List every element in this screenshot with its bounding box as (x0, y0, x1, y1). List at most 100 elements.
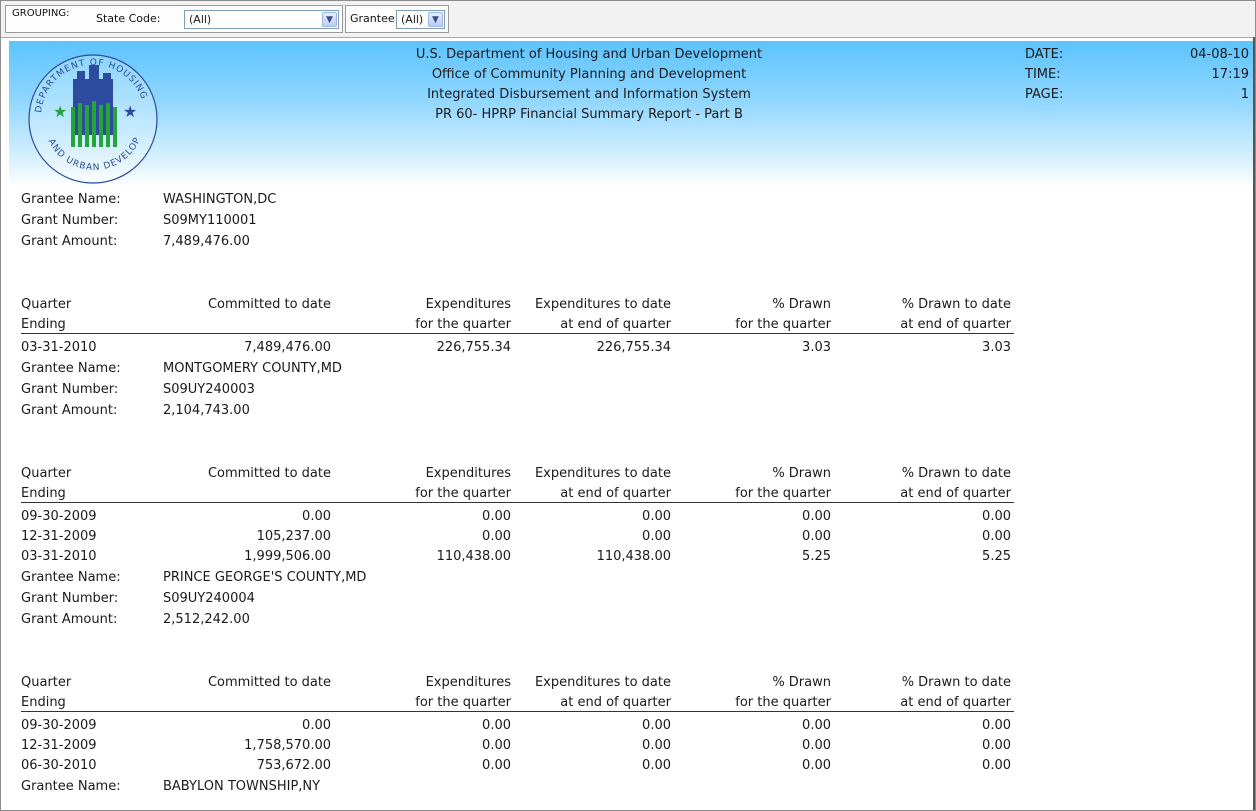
col-drawn-to-date: % Drawn to date (901, 675, 1011, 690)
date-label: DATE: (1025, 47, 1064, 62)
committed-to-date: 0.00 (302, 509, 331, 524)
chevron-down-icon[interactable]: ▼ (428, 12, 443, 27)
col-exp-quarter: Expenditures (425, 675, 511, 690)
col-quarter: Quarter (21, 675, 72, 690)
grantee-name-label: Grantee Name: (21, 361, 121, 376)
grantee-name: BABYLON TOWNSHIP,NY (163, 779, 321, 794)
committed-to-date: 1,758,570.00 (244, 738, 331, 753)
col-ending: Ending (21, 317, 66, 332)
col-quarter: Quarter (21, 466, 72, 481)
col-drawn-quarter-sub: for the quarter (735, 317, 831, 332)
grant-number-row: Grant Number: S09UY240003 (21, 379, 1221, 400)
col-exp-to-date-sub: at end of quarter (560, 317, 671, 332)
grant-number-label: Grant Number: (21, 591, 119, 606)
quarter-ending: 12-31-2009 (21, 738, 97, 753)
grant-amount: 2,104,743.00 (163, 403, 250, 418)
grantee-name: WASHINGTON,DC (163, 192, 277, 207)
drawn-quarter: 5.25 (802, 549, 831, 564)
committed-to-date: 105,237.00 (256, 529, 331, 544)
grantee-name: PRINCE GEORGE'S COUNTY,MD (163, 570, 367, 585)
drawn-to-date: 0.00 (982, 529, 1011, 544)
table-row: 09-30-2009 0.00 0.00 0.00 0.00 0.00 (21, 507, 1014, 527)
grantee-value: (All) (401, 13, 424, 26)
report-body: Grantee Name: WASHINGTON,DC Grant Number:… (21, 189, 1221, 797)
table-row: 03-31-2010 1,999,506.00 110,438.00 110,4… (21, 547, 1014, 567)
grantee-name-label: Grantee Name: (21, 192, 121, 207)
col-drawn-quarter: % Drawn (772, 297, 831, 312)
report-header: DEPARTMENT OF HOUSING AND URBAN DEVELOPM… (9, 41, 1253, 187)
grant-number-label: Grant Number: (21, 382, 119, 397)
col-drawn-to-date: % Drawn to date (901, 297, 1011, 312)
state-code-label: State Code: (96, 12, 161, 25)
drawn-quarter: 3.03 (802, 340, 831, 355)
col-exp-to-date-sub: at end of quarter (560, 486, 671, 501)
grantee-section: Grantee Name: MONTGOMERY COUNTY,MD Grant … (21, 358, 1221, 567)
report-viewer: GROUPING: State Code: (All) ▼ Grantee: (… (0, 0, 1256, 811)
chevron-down-icon[interactable]: ▼ (322, 12, 337, 27)
expenditures-to-date: 0.00 (642, 718, 671, 733)
col-drawn-quarter-sub: for the quarter (735, 486, 831, 501)
state-code-group: GROUPING: State Code: (All) ▼ (5, 5, 343, 33)
drawn-quarter: 0.00 (802, 529, 831, 544)
hud-seal-logo: DEPARTMENT OF HOUSING AND URBAN DEVELOPM… (25, 45, 158, 184)
quarter-ending: 06-30-2010 (21, 758, 97, 773)
report-title: PR 60- HPRP Financial Summary Report - P… (435, 107, 743, 122)
committed-to-date: 753,672.00 (256, 758, 331, 773)
grant-amount-row: Grant Amount: 2,512,242.00 (21, 609, 1221, 630)
grantee-group: Grantee: (All) ▼ (345, 5, 449, 33)
table-row: 12-31-2009 105,237.00 0.00 0.00 0.00 0.0… (21, 527, 1014, 547)
grant-amount-label: Grant Amount: (21, 403, 118, 418)
state-code-value: (All) (189, 13, 212, 26)
col-ending: Ending (21, 486, 66, 501)
page-label: PAGE: (1025, 87, 1064, 102)
drawn-to-date: 0.00 (982, 509, 1011, 524)
time-value: 17:19 (1211, 67, 1249, 82)
drawn-to-date: 0.00 (982, 738, 1011, 753)
col-exp-to-date: Expenditures to date (534, 466, 671, 481)
office-line: Office of Community Planning and Develop… (431, 67, 747, 82)
grantee-section: Grantee Name: WASHINGTON,DC Grant Number:… (21, 189, 1221, 358)
system-line: Integrated Disbursement and Information … (427, 87, 751, 102)
table-row: 03-31-2010 7,489,476.00 226,755.34 226,7… (21, 338, 1014, 358)
drawn-quarter: 0.00 (802, 509, 831, 524)
grant-number-label: Grant Number: (21, 213, 119, 228)
table-header: Quarter Ending Committed to date Expendit… (21, 669, 1014, 712)
drawn-quarter: 0.00 (802, 718, 831, 733)
col-drawn-to-date: % Drawn to date (901, 466, 1011, 481)
agency-line: U.S. Department of Housing and Urban Dev… (415, 47, 763, 62)
drawn-quarter: 0.00 (802, 758, 831, 773)
expenditures-to-date: 0.00 (642, 509, 671, 524)
grantee-select[interactable]: (All) ▼ (396, 10, 445, 29)
drawn-to-date: 0.00 (982, 758, 1011, 773)
expenditures-quarter: 0.00 (482, 509, 511, 524)
expenditures-quarter: 110,438.00 (436, 549, 511, 564)
time-label: TIME: (1025, 67, 1061, 82)
quarter-ending: 09-30-2009 (21, 509, 97, 524)
col-drawn-to-date-sub: at end of quarter (900, 695, 1011, 710)
table-header: Quarter Ending Committed to date Expendit… (21, 291, 1014, 334)
col-committed: Committed to date (207, 297, 331, 312)
expenditures-to-date: 226,755.34 (596, 340, 671, 355)
grant-amount-row: Grant Amount: 2,104,743.00 (21, 400, 1221, 421)
grant-amount: 2,512,242.00 (163, 612, 250, 627)
expenditures-quarter: 0.00 (482, 529, 511, 544)
drawn-to-date: 0.00 (982, 718, 1011, 733)
col-exp-quarter: Expenditures (425, 297, 511, 312)
expenditures-to-date: 0.00 (642, 758, 671, 773)
table-row: 12-31-2009 1,758,570.00 0.00 0.00 0.00 0… (21, 736, 1014, 756)
drawn-to-date: 5.25 (982, 549, 1011, 564)
report-title-block: U.S. Department of Housing and Urban Dev… (309, 45, 869, 125)
expenditures-quarter: 0.00 (482, 738, 511, 753)
col-exp-quarter-sub: for the quarter (415, 695, 511, 710)
grantee-name-row: Grantee Name: MONTGOMERY COUNTY,MD (21, 358, 1221, 379)
expenditures-quarter: 0.00 (482, 758, 511, 773)
grantee-name-row: Grantee Name: PRINCE GEORGE'S COUNTY,MD (21, 567, 1221, 588)
expenditures-to-date: 0.00 (642, 529, 671, 544)
svg-text:★: ★ (53, 102, 67, 121)
grantee-name-label: Grantee Name: (21, 779, 121, 794)
state-code-select[interactable]: (All) ▼ (184, 10, 339, 29)
col-committed: Committed to date (207, 675, 331, 690)
grantee-name-row: Grantee Name: BABYLON TOWNSHIP,NY (21, 776, 1221, 797)
col-drawn-to-date-sub: at end of quarter (900, 486, 1011, 501)
scroll-edge (1253, 37, 1255, 810)
